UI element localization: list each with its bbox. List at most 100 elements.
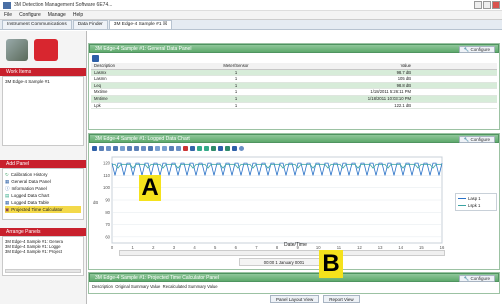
table-row[interactable]: Leq 1 98.8 dB — [91, 82, 497, 90]
add-panel-header: Add Panel — [0, 160, 86, 168]
tab-edge-sample[interactable]: 3M Edge-4 Sample #1 ☒ — [108, 20, 173, 29]
x-tick-label: 0 — [111, 245, 114, 250]
tab-instrument-communications[interactable]: Instrument Communications — [2, 20, 72, 29]
window-controls — [473, 1, 500, 9]
menu-help[interactable]: Help — [73, 12, 83, 18]
settings-icon[interactable] — [176, 146, 181, 151]
y-tick-label: 70 — [105, 222, 110, 227]
x-axis-title: Date/Time — [284, 242, 307, 248]
arrange-item[interactable]: 3M Edge-4 Sample #1: Project — [5, 249, 81, 254]
wrench-icon: 🔧 — [463, 276, 470, 281]
general-data-panel: 3M Edge-4 Sample #1: General Data Panel … — [88, 43, 500, 130]
window-title: 3M Detection Management Software 6E74... — [14, 2, 113, 8]
save-icon[interactable] — [92, 55, 99, 62]
general-grid: Description Meter/Sensor Value Lasmx 1 9… — [91, 63, 497, 110]
legend-item: Lasp 1 — [458, 196, 494, 201]
menu-file[interactable]: File — [4, 12, 12, 18]
y-tick-label: 60 — [105, 234, 110, 239]
report-view-button[interactable]: Report View — [323, 295, 360, 303]
menu-manage[interactable]: Manage — [48, 12, 66, 18]
save-icon[interactable] — [92, 146, 97, 151]
projected-time-panel: 3M Edge-4 Sample #1: Projected Time Calc… — [88, 272, 500, 294]
general-toolbar — [89, 53, 499, 63]
configure-button[interactable]: 🔧 Configure — [458, 275, 495, 282]
zoom-fit-icon[interactable] — [141, 146, 146, 151]
pointer-icon[interactable] — [120, 146, 125, 151]
configure-button[interactable]: 🔧 Configure — [458, 46, 495, 53]
add-panel-item-chart[interactable]: ▤ Logged Data Chart — [5, 192, 81, 199]
table-row[interactable]: Lasmx 1 98.7 dB — [91, 69, 497, 77]
col-meter-sensor[interactable]: Meter/Sensor — [201, 63, 271, 69]
device-red-icon[interactable] — [34, 38, 58, 61]
tab-data-finder[interactable]: Data Finder — [72, 20, 108, 29]
menu-bar: File Configure Manage Help — [0, 11, 502, 20]
marker-red-icon[interactable] — [183, 146, 188, 151]
wrench-icon: 🔧 — [463, 47, 470, 52]
table-row[interactable]: Mxtime 1 1/18/2011 5:26:11 PM — [91, 89, 497, 96]
general-panel-title: 3M Edge-4 Sample #1: General Data Panel — [95, 46, 192, 52]
add-panel-item-information[interactable]: ⓘ Information Panel — [5, 185, 81, 192]
y-tick-label: 110 — [103, 173, 110, 178]
col-description[interactable]: Description — [91, 63, 201, 69]
work-item[interactable]: 3M Edge-4 Sample #1 — [5, 79, 81, 84]
table-icon: ▦ — [5, 199, 10, 205]
filter-icon[interactable] — [169, 146, 174, 151]
menu-configure[interactable]: Configure — [19, 12, 41, 18]
minimize-icon[interactable] — [474, 1, 482, 9]
help-icon[interactable] — [239, 146, 244, 151]
calibration-icon: ↻ — [5, 171, 9, 177]
window-title-bar: 3M Detection Management Software 6E74... — [0, 0, 502, 11]
legend-item: Lspk 1 — [458, 203, 494, 208]
add-panel-item-table[interactable]: ▦ Logged Data Table — [5, 199, 81, 206]
calculator-icon: ▣ — [5, 206, 10, 212]
select-icon[interactable] — [106, 146, 111, 151]
x-axis-scrollbar[interactable] — [119, 250, 445, 256]
zoom-out-icon[interactable] — [134, 146, 139, 151]
y-tick-label: 120 — [103, 161, 111, 166]
col-value[interactable]: Value — [271, 63, 451, 69]
phone-icon[interactable] — [225, 146, 230, 151]
grid-icon[interactable] — [99, 146, 104, 151]
maximize-icon[interactable] — [483, 1, 491, 9]
arrange-panels-header: Arrange Panels — [0, 228, 86, 236]
y-tick-label: 90 — [105, 198, 110, 203]
configure-button[interactable]: 🔧 Configure — [458, 136, 495, 143]
grid-header-row: Description Meter/Sensor Value — [91, 63, 497, 70]
horizontal-scrollbar[interactable] — [5, 269, 81, 273]
phone-icon[interactable] — [211, 146, 216, 151]
device-icon[interactable] — [6, 38, 28, 61]
work-items-header: Work Items — [0, 68, 86, 76]
logged-data-chart-panel: 3M Edge-4 Sample #1: Logged Data Chart 🔧… — [88, 133, 500, 278]
info-icon: ⓘ — [5, 185, 10, 191]
document-tabs: Instrument Communications Data Finder 3M… — [0, 20, 502, 30]
redo-icon[interactable] — [162, 146, 167, 151]
arrow-left-right-icon[interactable] — [204, 146, 209, 151]
zoom-in-icon[interactable] — [127, 146, 132, 151]
panel-layout-view-button[interactable]: Panel Layout View — [270, 295, 320, 303]
device-icons-area — [0, 31, 86, 68]
work-items-list: 3M Edge-4 Sample #1 — [2, 76, 84, 146]
table-row[interactable]: Lpk 1 122.1 dB — [91, 103, 497, 110]
speaker-icon[interactable] — [218, 146, 223, 151]
marker-green-icon[interactable] — [197, 146, 202, 151]
table-row[interactable]: Lasmn 1 105 dB — [91, 76, 497, 83]
chart-legend: Lasp 1 Lspk 1 — [455, 193, 497, 211]
speaker-icon[interactable] — [232, 146, 237, 151]
undo-icon[interactable] — [155, 146, 160, 151]
copy-icon[interactable] — [113, 146, 118, 151]
add-panel-list: ↻ Calibration History ▦ General Data Panel… — [2, 168, 84, 220]
grid-icon: ▦ — [5, 178, 10, 184]
add-panel-item-calibration[interactable]: ↻ Calibration History — [5, 171, 81, 178]
close-icon[interactable] — [492, 1, 500, 9]
add-panel-item-general[interactable]: ▦ General Data Panel — [5, 178, 81, 185]
wrench-icon: 🔧 — [463, 137, 470, 142]
app-logo-icon — [3, 2, 11, 9]
y-tick-label: 80 — [105, 210, 110, 215]
pan-icon[interactable] — [148, 146, 153, 151]
projected-columns: Description Original Summary Value Recal… — [92, 284, 218, 289]
table-row[interactable]: Mntime 1 1/18/2011 10:03:10 PM — [91, 95, 497, 103]
marker-blue-icon[interactable] — [190, 146, 195, 151]
add-panel-item-projected[interactable]: ▣ Projected Time Calculator — [5, 206, 81, 213]
legend-swatch — [458, 198, 466, 199]
y-axis-title: dB — [93, 200, 99, 205]
